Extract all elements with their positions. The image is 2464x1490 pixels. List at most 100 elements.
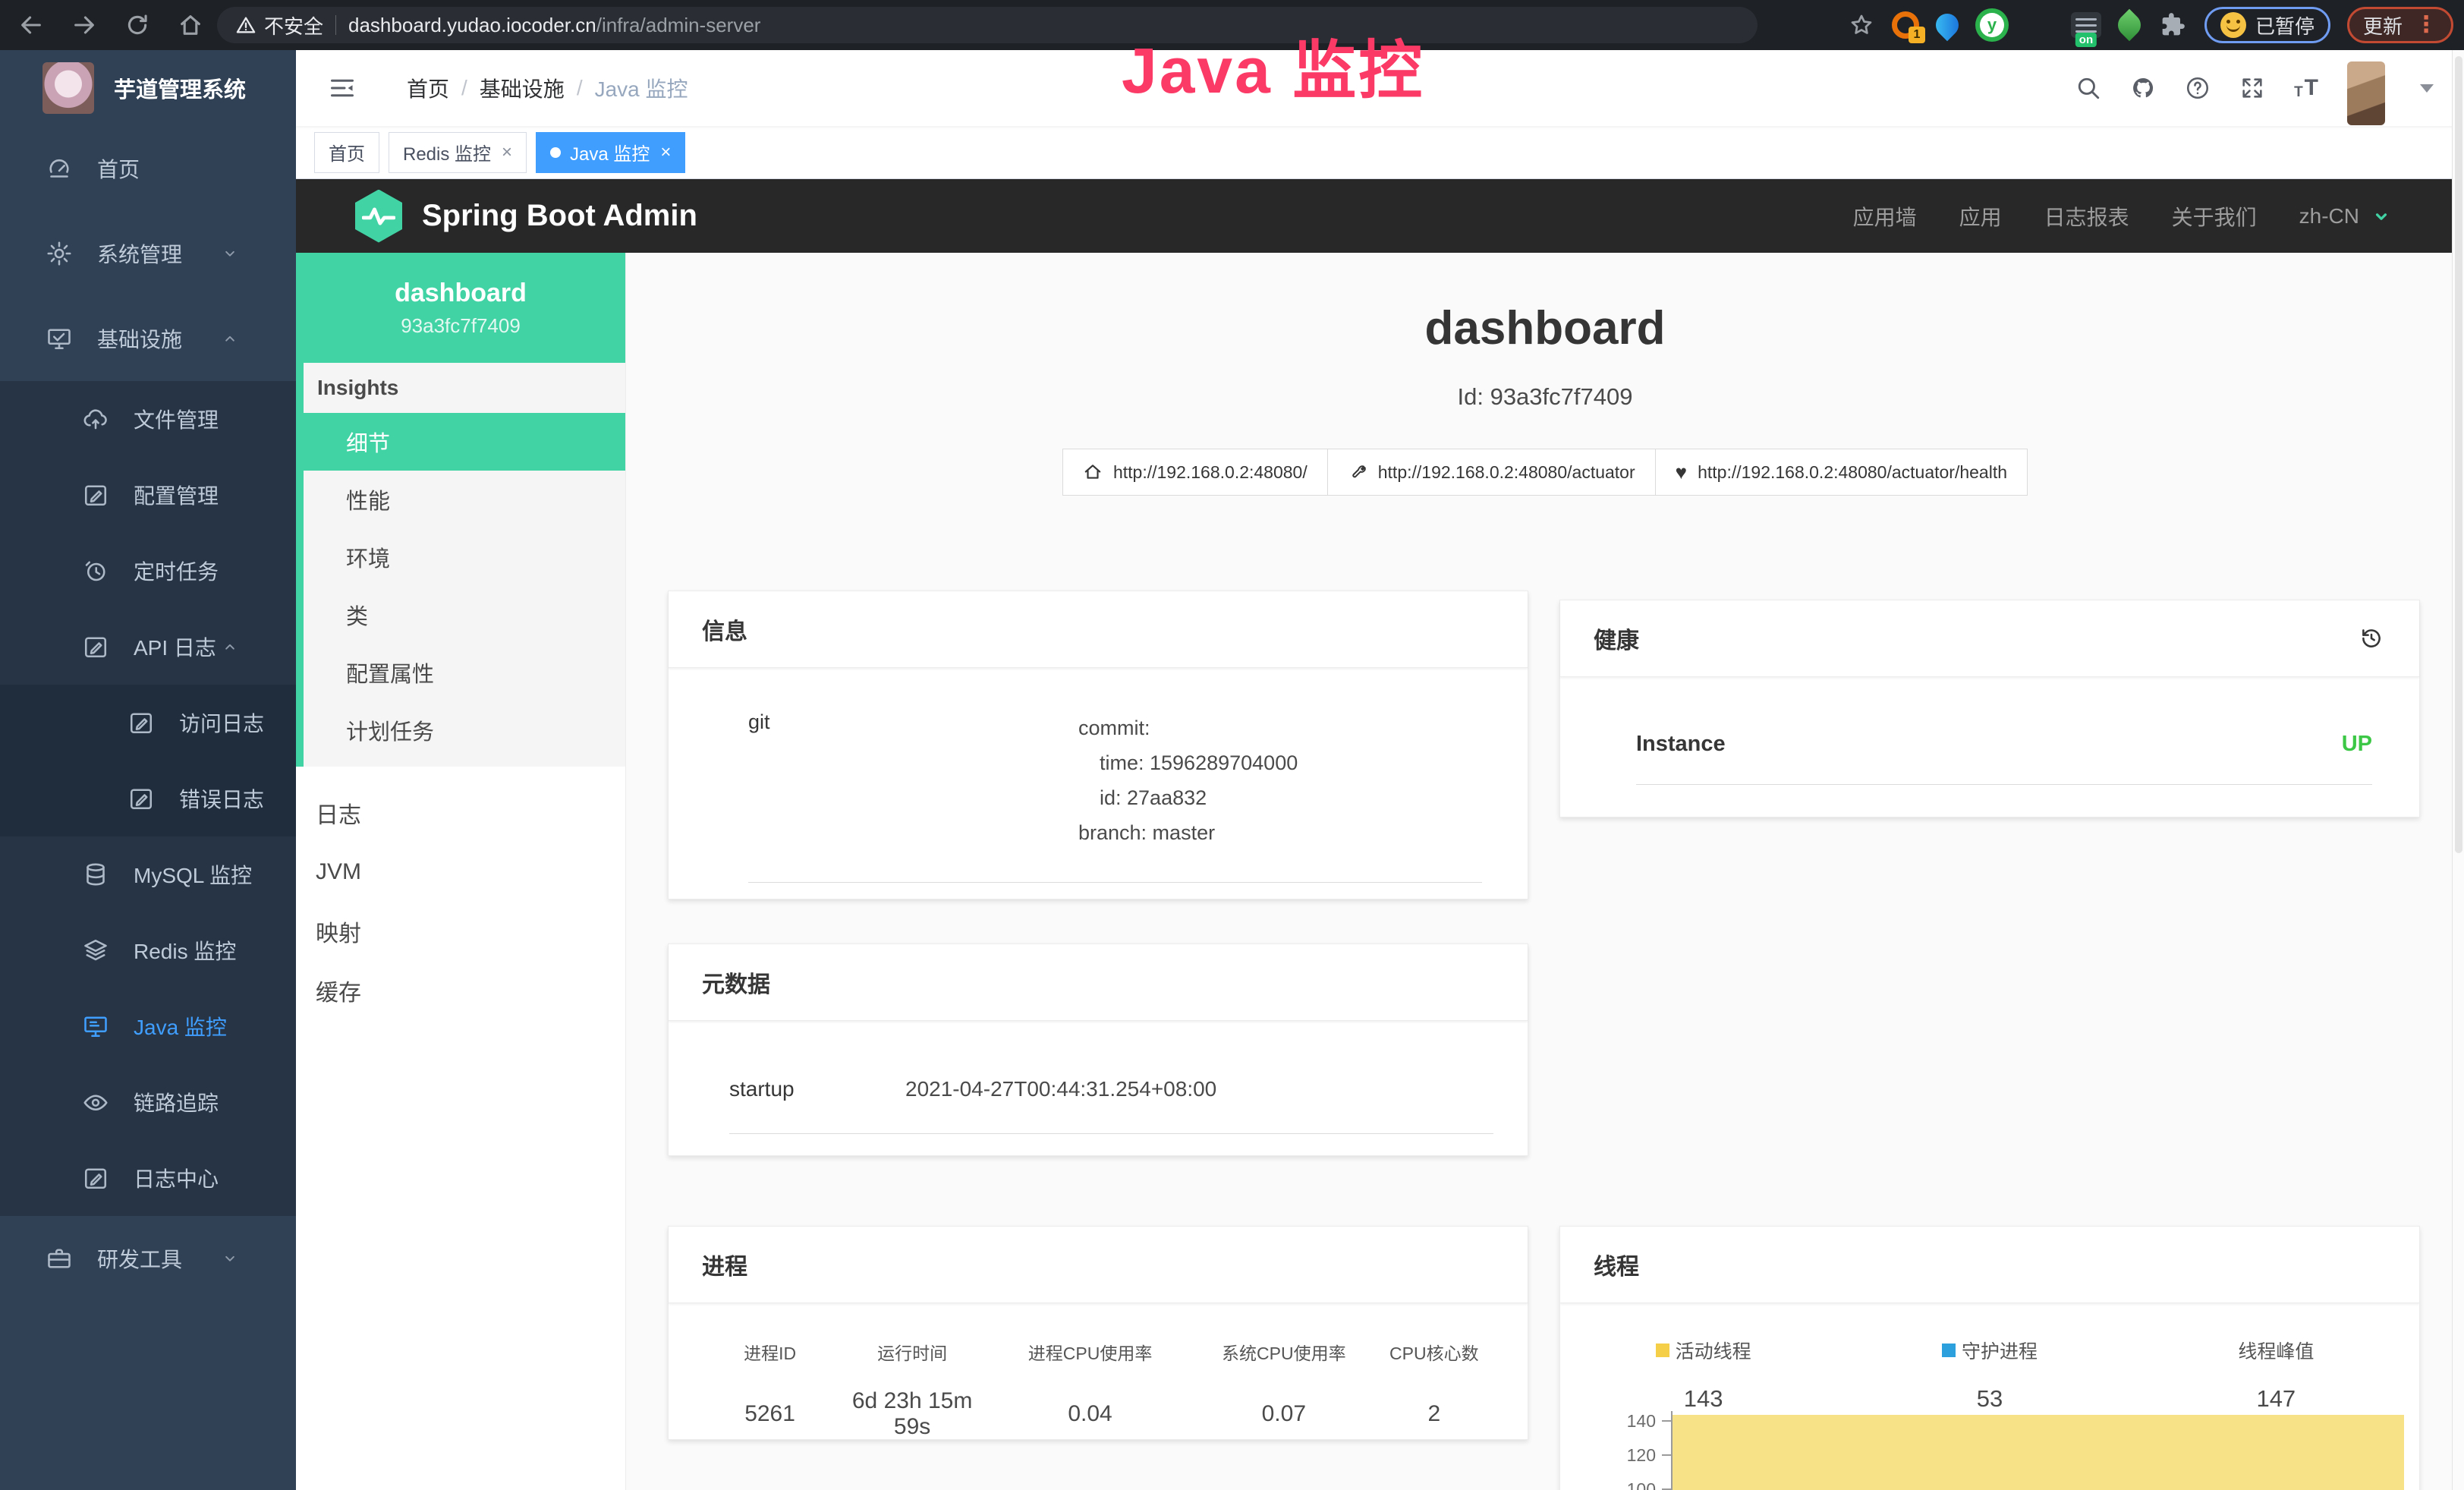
sba-brand[interactable]: Spring Boot Admin: [422, 199, 697, 233]
sba-nav-journal[interactable]: 日志报表: [2044, 201, 2129, 232]
sba-item-details[interactable]: 细节: [304, 413, 625, 471]
extension-y-icon[interactable]: y: [1975, 8, 2009, 42]
sba-nav-wallboard[interactable]: 应用墙: [1853, 201, 1917, 232]
sidebar-item-label: 系统管理: [97, 238, 182, 269]
sba-instance-header[interactable]: dashboard 93a3fc7f7409: [296, 253, 625, 363]
extension-grid-icon[interactable]: [2025, 11, 2054, 39]
tab-java-monitor[interactable]: Java 监控×: [536, 132, 685, 173]
home-icon[interactable]: [178, 12, 203, 38]
sba-item-logs[interactable]: 日志: [296, 783, 625, 843]
sidebar-item-label: 链路追踪: [134, 1087, 219, 1117]
sidebar-item-tracing[interactable]: 链路追踪: [0, 1064, 296, 1140]
chevron-up-icon: [220, 329, 240, 348]
sidebar-item-redis[interactable]: Redis 监控: [0, 912, 296, 988]
home-icon: [1083, 462, 1103, 482]
page-subtitle: Id: 93a3fc7f7409: [626, 383, 2464, 411]
breadcrumb-infra[interactable]: 基础设施: [480, 73, 565, 103]
ytick-120: 120: [1572, 1445, 1656, 1466]
sidebar-item-api-log[interactable]: API 日志: [0, 609, 296, 685]
back-icon[interactable]: [18, 12, 44, 38]
legend-value: 143: [1560, 1385, 1846, 1413]
help-icon[interactable]: [2185, 75, 2211, 101]
sidebar-item-access-log[interactable]: 访问日志: [0, 685, 296, 761]
extension-orange-icon[interactable]: 1: [1892, 11, 1919, 39]
sba-item-config-props[interactable]: 配置属性: [304, 644, 625, 701]
close-icon[interactable]: ×: [502, 142, 512, 163]
threads-legend: 活动线程 143 守护进程 53 线程峰值 147: [1560, 1337, 2419, 1413]
fullscreen-icon[interactable]: [2239, 75, 2265, 101]
sidebar-item-home[interactable]: 首页: [0, 126, 296, 211]
sba-item-scheduled-tasks[interactable]: 计划任务: [304, 701, 625, 759]
metadata-startup-row: startup 2021-04-27T00:44:31.254+08:00: [729, 1077, 1493, 1134]
extension-pin-icon[interactable]: [1936, 14, 1959, 36]
sidebar-item-java-monitor[interactable]: Java 监控: [0, 988, 296, 1064]
chrome-update-button[interactable]: 更新 ⋮: [2347, 7, 2453, 43]
search-icon[interactable]: [2075, 75, 2101, 101]
sba-locale-select[interactable]: zh-CN: [2299, 204, 2359, 228]
reload-icon[interactable]: [124, 12, 150, 38]
card-process-header: 进程: [669, 1227, 1528, 1303]
profile-paused-pill[interactable]: 已暂停: [2204, 7, 2330, 43]
forward-icon[interactable]: [71, 12, 97, 38]
sidebar-item-dev-tools[interactable]: 研发工具: [0, 1216, 296, 1301]
sidebar-item-label: 文件管理: [134, 404, 219, 434]
instance-links: http://192.168.0.2:48080/ http://192.168…: [626, 449, 2464, 496]
sba-item-mappings[interactable]: 映射: [296, 902, 625, 961]
hamburger-icon[interactable]: [326, 74, 358, 102]
health-instance-row[interactable]: Instance UP: [1636, 732, 2372, 785]
sba-nav-about[interactable]: 关于我们: [2172, 201, 2257, 232]
sba-item-environment[interactable]: 环境: [304, 528, 625, 586]
extensions-puzzle-icon[interactable]: [2157, 10, 2188, 40]
ytick-140: 140: [1572, 1411, 1656, 1432]
monitor-icon: [46, 325, 73, 352]
sidebar-item-infra[interactable]: 基础设施: [0, 296, 296, 381]
app-logo-row[interactable]: 芋道管理系统: [0, 50, 296, 126]
sba-item-classes[interactable]: 类: [304, 586, 625, 644]
sba-item-metrics[interactable]: 性能: [304, 471, 625, 528]
sba-item-caches[interactable]: 缓存: [296, 961, 625, 1020]
smiley-avatar-icon: [2220, 12, 2246, 38]
extension-on-icon[interactable]: on: [2071, 12, 2101, 38]
sidebar-item-log-center[interactable]: 日志中心: [0, 1140, 296, 1216]
font-size-icon[interactable]: TT: [2294, 77, 2318, 99]
link-health-url[interactable]: ♥ http://192.168.0.2:48080/actuator/heal…: [1655, 449, 2028, 496]
avatar-caret-icon[interactable]: [2420, 84, 2434, 93]
browser-menu-icon[interactable]: ⋮: [2415, 14, 2437, 36]
chevron-down-icon: [220, 244, 240, 263]
tab-redis-monitor[interactable]: Redis 监控×: [389, 132, 527, 173]
extension-leaf-icon[interactable]: [2118, 14, 2141, 36]
sidebar-item-error-log[interactable]: 错误日志: [0, 761, 296, 836]
process-value-row: 5261 6d 23h 15m 59s 0.04 0.07 2: [703, 1388, 1493, 1441]
sidebar-item-label: 访问日志: [179, 707, 264, 738]
sba-logo-icon[interactable]: [355, 190, 402, 243]
sba-main: dashboard Id: 93a3fc7f7409 http://192.16…: [626, 253, 2464, 1490]
sidebar-item-label: 基础设施: [97, 323, 182, 354]
tab-home[interactable]: 首页: [314, 132, 379, 173]
sba-nav-applications[interactable]: 应用: [1959, 201, 2002, 232]
close-icon[interactable]: ×: [660, 142, 671, 163]
git-commit-line: commit:: [1078, 710, 1298, 745]
sba-sidebar: dashboard 93a3fc7f7409 Insights 细节 性能 环境…: [296, 253, 626, 1490]
security-label[interactable]: 不安全: [264, 11, 323, 39]
address-bar[interactable]: 不安全 dashboard.yudao.iocoder.cn/infra/adm…: [217, 7, 1758, 43]
history-icon[interactable]: [2359, 625, 2384, 651]
sidebar-item-system[interactable]: 系统管理: [0, 211, 296, 296]
scrollbar-thumb[interactable]: [2455, 56, 2462, 853]
link-actuator-url[interactable]: http://192.168.0.2:48080/actuator: [1327, 449, 1656, 496]
sidebar-item-jobs[interactable]: 定时任务: [0, 533, 296, 609]
tags-view-bar: 首页 Redis 监控× Java 监控×: [296, 126, 2464, 179]
breadcrumb-separator: /: [577, 76, 583, 100]
sba-item-jvm[interactable]: JVM: [296, 843, 625, 902]
sidebar-item-label: 错误日志: [179, 783, 264, 814]
sidebar-item-files[interactable]: 文件管理: [0, 381, 296, 457]
chevron-down-icon[interactable]: [2371, 206, 2391, 226]
link-home-url[interactable]: http://192.168.0.2:48080/: [1062, 449, 1328, 496]
user-avatar[interactable]: [2347, 61, 2385, 125]
extension-badge: 1: [1909, 27, 1925, 43]
sidebar-item-mysql[interactable]: MySQL 监控: [0, 836, 296, 912]
github-icon[interactable]: [2130, 75, 2156, 101]
sidebar-item-config[interactable]: 配置管理: [0, 457, 296, 533]
breadcrumb-home[interactable]: 首页: [407, 73, 449, 103]
bookmark-star-icon[interactable]: [1848, 11, 1875, 39]
page-scrollbar[interactable]: [2452, 50, 2464, 1490]
